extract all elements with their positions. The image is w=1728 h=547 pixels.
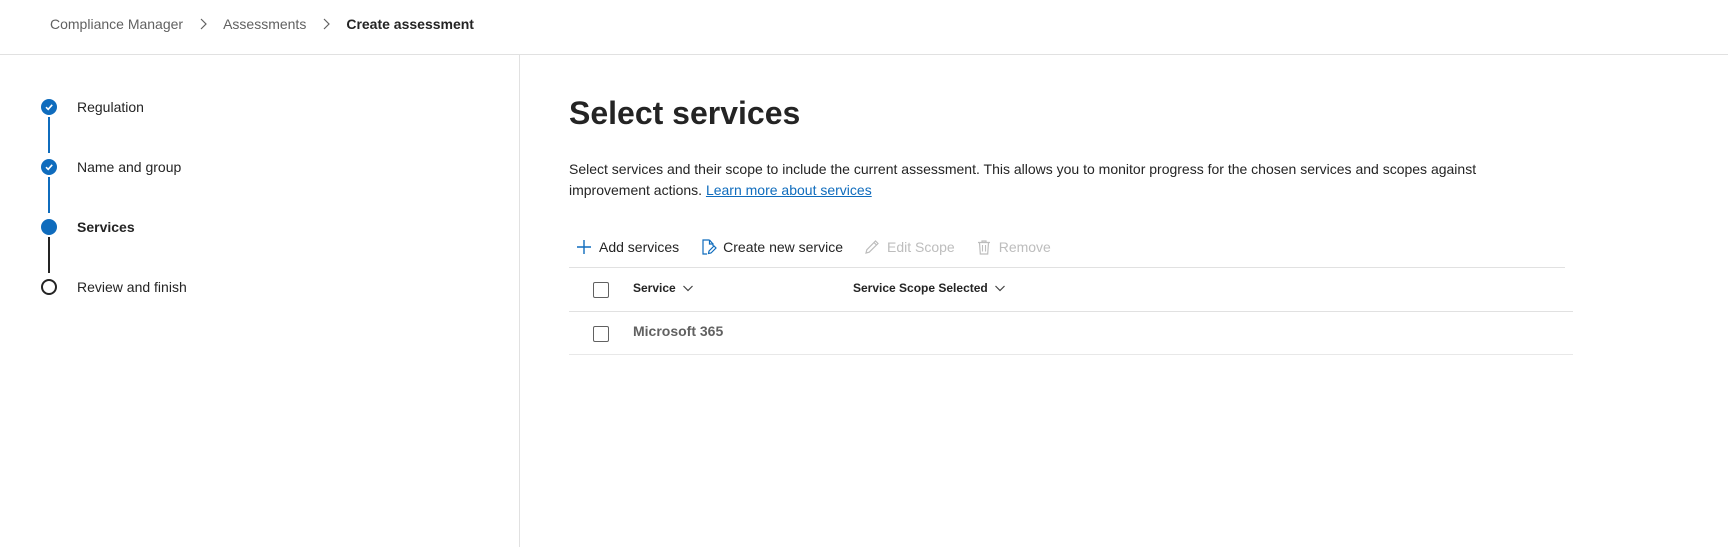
breadcrumb-current: Create assessment <box>346 16 474 32</box>
column-header-label: Service Scope Selected <box>853 281 988 295</box>
chevron-right-icon <box>196 17 210 31</box>
remove-label: Remove <box>998 239 1051 255</box>
page-header: Compliance Manager Assessments Create as… <box>0 0 1728 55</box>
table-row[interactable]: Microsoft 365 <box>569 312 1573 355</box>
create-new-service-button[interactable]: Create new service <box>693 231 849 263</box>
edit-scope-button[interactable]: Edit Scope <box>857 231 961 263</box>
wizard-step-label: Review and finish <box>77 279 187 295</box>
chevron-down-icon <box>994 282 1006 294</box>
page-description: Select services and their scope to inclu… <box>569 159 1559 201</box>
step-connector <box>48 237 50 273</box>
breadcrumb-compliance-manager[interactable]: Compliance Manager <box>50 16 183 32</box>
table-header: Service Service Scope Selected <box>569 268 1573 312</box>
current-step-dot-icon <box>41 219 57 235</box>
plus-icon <box>575 238 593 256</box>
column-header-service-scope[interactable]: Service Scope Selected <box>853 281 1006 295</box>
chevron-right-icon <box>319 17 333 31</box>
step-connector <box>48 177 50 213</box>
trash-icon <box>975 238 993 256</box>
breadcrumb: Compliance Manager Assessments Create as… <box>50 16 474 32</box>
wizard-step-label: Name and group <box>77 159 182 175</box>
column-header-service[interactable]: Service <box>633 281 694 295</box>
wizard-step-name-and-group[interactable]: Name and group <box>41 159 181 175</box>
row-checkbox[interactable] <box>593 326 609 342</box>
add-services-label: Add services <box>599 239 680 255</box>
checkmark-icon <box>41 99 57 115</box>
add-services-button[interactable]: Add services <box>569 231 685 263</box>
wizard-step-regulation[interactable]: Regulation <box>41 99 144 115</box>
step-connector <box>48 117 50 153</box>
create-new-service-label: Create new service <box>723 239 843 255</box>
checkmark-icon <box>41 159 57 175</box>
wizard-steps-panel: Regulation Name and group Services Revie… <box>0 55 520 547</box>
breadcrumb-assessments[interactable]: Assessments <box>223 16 306 32</box>
wizard-step-services[interactable]: Services <box>41 219 135 235</box>
remove-button[interactable]: Remove <box>969 231 1057 263</box>
empty-circle-icon <box>41 279 57 295</box>
command-bar: Add services Create new service Edit Sco… <box>569 230 1065 264</box>
wizard-step-label: Regulation <box>77 99 144 115</box>
chevron-down-icon <box>682 282 694 294</box>
pencil-icon <box>863 238 881 256</box>
page-title: Select services <box>569 95 801 131</box>
service-name-cell: Microsoft 365 <box>633 323 724 339</box>
column-header-label: Service <box>633 281 676 295</box>
wizard-step-review-and-finish[interactable]: Review and finish <box>41 279 187 295</box>
wizard-step-label: Services <box>77 219 135 235</box>
learn-more-link[interactable]: Learn more about services <box>706 182 872 198</box>
edit-scope-label: Edit Scope <box>886 239 955 255</box>
select-all-checkbox[interactable] <box>593 282 609 298</box>
document-edit-icon <box>699 238 718 256</box>
